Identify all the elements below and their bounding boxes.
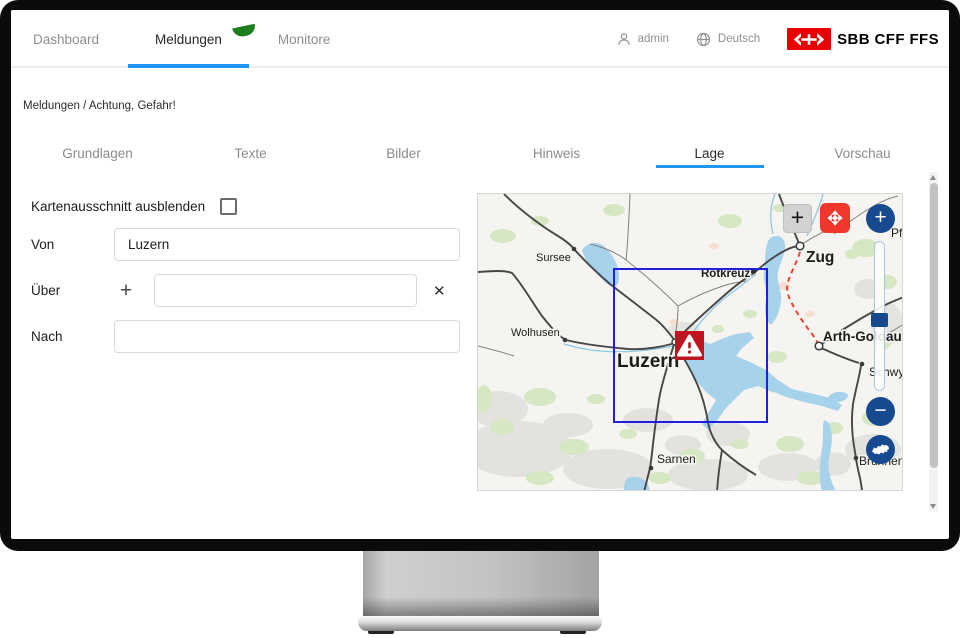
tab-label: Lage bbox=[694, 146, 724, 161]
app-header: Dashboard Meldungen Monitore adm bbox=[11, 10, 949, 68]
header-right: admin Deutsch bbox=[617, 10, 939, 68]
monitor-stand bbox=[363, 550, 599, 617]
map-label-wolhusen: Wolhusen bbox=[511, 327, 560, 339]
sbb-logo-icon bbox=[787, 28, 831, 50]
pan-mode-button[interactable] bbox=[820, 203, 850, 233]
user-name: admin bbox=[638, 33, 669, 45]
brand: SBB CFF FFS bbox=[787, 28, 939, 50]
nav-item-meldungen[interactable]: Meldungen bbox=[155, 10, 222, 68]
map-label-pf: Pf bbox=[891, 226, 903, 240]
tab-vorschau[interactable]: Vorschau bbox=[786, 138, 939, 168]
tab-label: Hinweis bbox=[533, 146, 580, 161]
user-menu[interactable]: admin bbox=[617, 32, 669, 46]
ueber-input[interactable] bbox=[154, 274, 417, 307]
nach-input[interactable] bbox=[114, 320, 460, 353]
map-label-sursee: Sursee bbox=[536, 252, 571, 264]
switzerland-icon bbox=[871, 443, 890, 456]
tab-bar: Grundlagen Texte Bilder Hinweis Lage Vor… bbox=[21, 138, 939, 168]
language-menu[interactable]: Deutsch bbox=[696, 32, 760, 47]
tab-label: Grundlagen bbox=[62, 146, 133, 161]
von-label: Von bbox=[31, 237, 114, 252]
map-label-luzern: Luzern bbox=[617, 351, 679, 372]
map-label-arth-goldau: Arth-Goldau bbox=[823, 329, 902, 344]
hide-map-row: Kartenausschnitt ausblenden bbox=[31, 197, 237, 215]
reset-extent-button[interactable] bbox=[866, 435, 895, 464]
map[interactable]: Sursee Wolhusen Rotkreuz Zug Luzern Arth… bbox=[477, 193, 903, 491]
screen: Dashboard Meldungen Monitore adm bbox=[11, 10, 949, 539]
nav-item-dashboard[interactable]: Dashboard bbox=[33, 10, 99, 68]
add-via-button[interactable]: + bbox=[114, 281, 138, 301]
map-label-sarnen: Sarnen bbox=[657, 452, 696, 466]
scrollbar-down-icon[interactable] bbox=[930, 504, 936, 509]
tab-label: Bilder bbox=[386, 146, 421, 161]
map-canvas: Sursee Wolhusen Rotkreuz Zug Luzern Arth… bbox=[478, 194, 903, 491]
tab-hinweis[interactable]: Hinweis bbox=[480, 138, 633, 168]
warning-marker[interactable] bbox=[675, 331, 704, 360]
monitor-base bbox=[358, 616, 602, 631]
ueber-label: Über bbox=[31, 283, 114, 298]
zoom-in-button[interactable]: + bbox=[866, 204, 895, 233]
clear-via-button[interactable]: ✕ bbox=[433, 282, 446, 300]
move-arrows-icon bbox=[826, 209, 844, 227]
tab-label: Vorschau bbox=[834, 146, 890, 161]
hide-map-label: Kartenausschnitt ausblenden bbox=[31, 199, 205, 214]
nav-item-label: Monitore bbox=[278, 32, 331, 47]
nav-item-label: Meldungen bbox=[155, 32, 222, 47]
monitor-bezel: Dashboard Meldungen Monitore adm bbox=[0, 0, 960, 551]
tab-label: Texte bbox=[234, 146, 266, 161]
tab-texte[interactable]: Texte bbox=[174, 138, 327, 168]
map-label-zug: Zug bbox=[806, 249, 834, 266]
breadcrumb[interactable]: Meldungen / Achtung, Gefahr! bbox=[23, 100, 176, 112]
nach-label: Nach bbox=[31, 329, 114, 344]
scrollbar-up-icon[interactable] bbox=[930, 175, 936, 180]
page-scrollbar[interactable] bbox=[929, 172, 938, 512]
globe-icon bbox=[696, 32, 711, 47]
tab-grundlagen[interactable]: Grundlagen bbox=[21, 138, 174, 168]
active-nav-underline bbox=[128, 64, 249, 68]
language-label: Deutsch bbox=[718, 33, 760, 45]
von-input[interactable] bbox=[114, 228, 460, 261]
ueber-row: Über + ✕ bbox=[31, 274, 446, 307]
main-nav: Dashboard Meldungen Monitore bbox=[33, 10, 330, 68]
nav-item-label: Dashboard bbox=[33, 32, 99, 47]
von-row: Von bbox=[31, 228, 460, 261]
active-tab-underline bbox=[656, 165, 764, 168]
zoom-slider-handle[interactable] bbox=[871, 313, 888, 327]
tab-lage[interactable]: Lage bbox=[633, 138, 786, 168]
user-icon bbox=[617, 32, 631, 46]
nav-item-monitore[interactable]: Monitore bbox=[278, 10, 331, 68]
tab-bilder[interactable]: Bilder bbox=[327, 138, 480, 168]
brand-name: SBB CFF FFS bbox=[837, 31, 939, 48]
zoom-out-button[interactable]: − bbox=[866, 397, 895, 426]
nach-row: Nach bbox=[31, 320, 460, 353]
hide-map-checkbox[interactable] bbox=[220, 198, 237, 215]
expand-map-button[interactable]: + bbox=[783, 204, 812, 233]
notification-badge-icon bbox=[232, 24, 257, 39]
scrollbar-thumb[interactable] bbox=[930, 183, 938, 468]
